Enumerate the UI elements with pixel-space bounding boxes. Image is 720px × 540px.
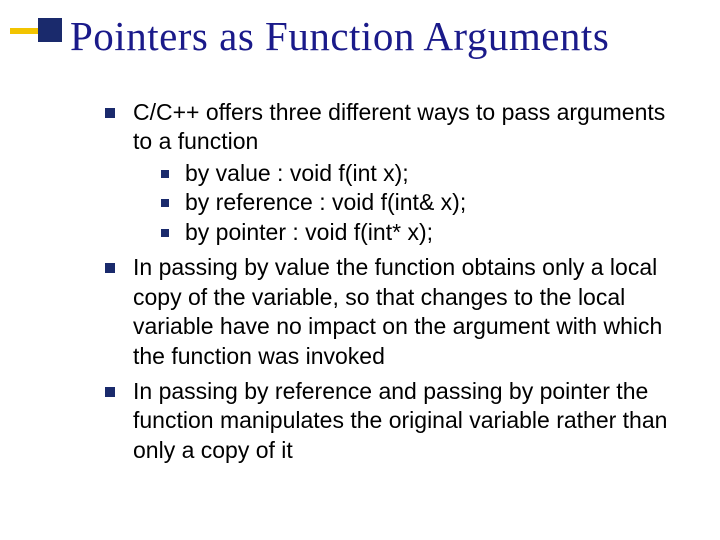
list-item-text: In passing by reference and passing by p… xyxy=(133,378,667,463)
list-item: In passing by reference and passing by p… xyxy=(105,377,690,465)
list-item-text: by pointer : void f(int* x); xyxy=(185,219,433,245)
sub-list: by value : void f(int x); by reference :… xyxy=(161,159,690,247)
slide-title: Pointers as Function Arguments xyxy=(70,12,720,60)
list-item: by value : void f(int x); xyxy=(161,159,690,188)
slide: Pointers as Function Arguments C/C++ off… xyxy=(0,0,720,540)
list-item: by pointer : void f(int* x); xyxy=(161,218,690,247)
list-item-text: by value : void f(int x); xyxy=(185,160,409,186)
title-row: Pointers as Function Arguments xyxy=(0,0,720,68)
list-item: C/C++ offers three different ways to pas… xyxy=(105,98,690,247)
list-item-text: In passing by value the function obtains… xyxy=(133,254,662,368)
accent-square-blue xyxy=(38,18,62,42)
slide-body: C/C++ offers three different ways to pas… xyxy=(105,98,690,465)
list-item-text: C/C++ offers three different ways to pas… xyxy=(133,99,665,154)
bullet-list: C/C++ offers three different ways to pas… xyxy=(105,98,690,465)
list-item: by reference : void f(int& x); xyxy=(161,188,690,217)
list-item-text: by reference : void f(int& x); xyxy=(185,189,466,215)
list-item: In passing by value the function obtains… xyxy=(105,253,690,371)
